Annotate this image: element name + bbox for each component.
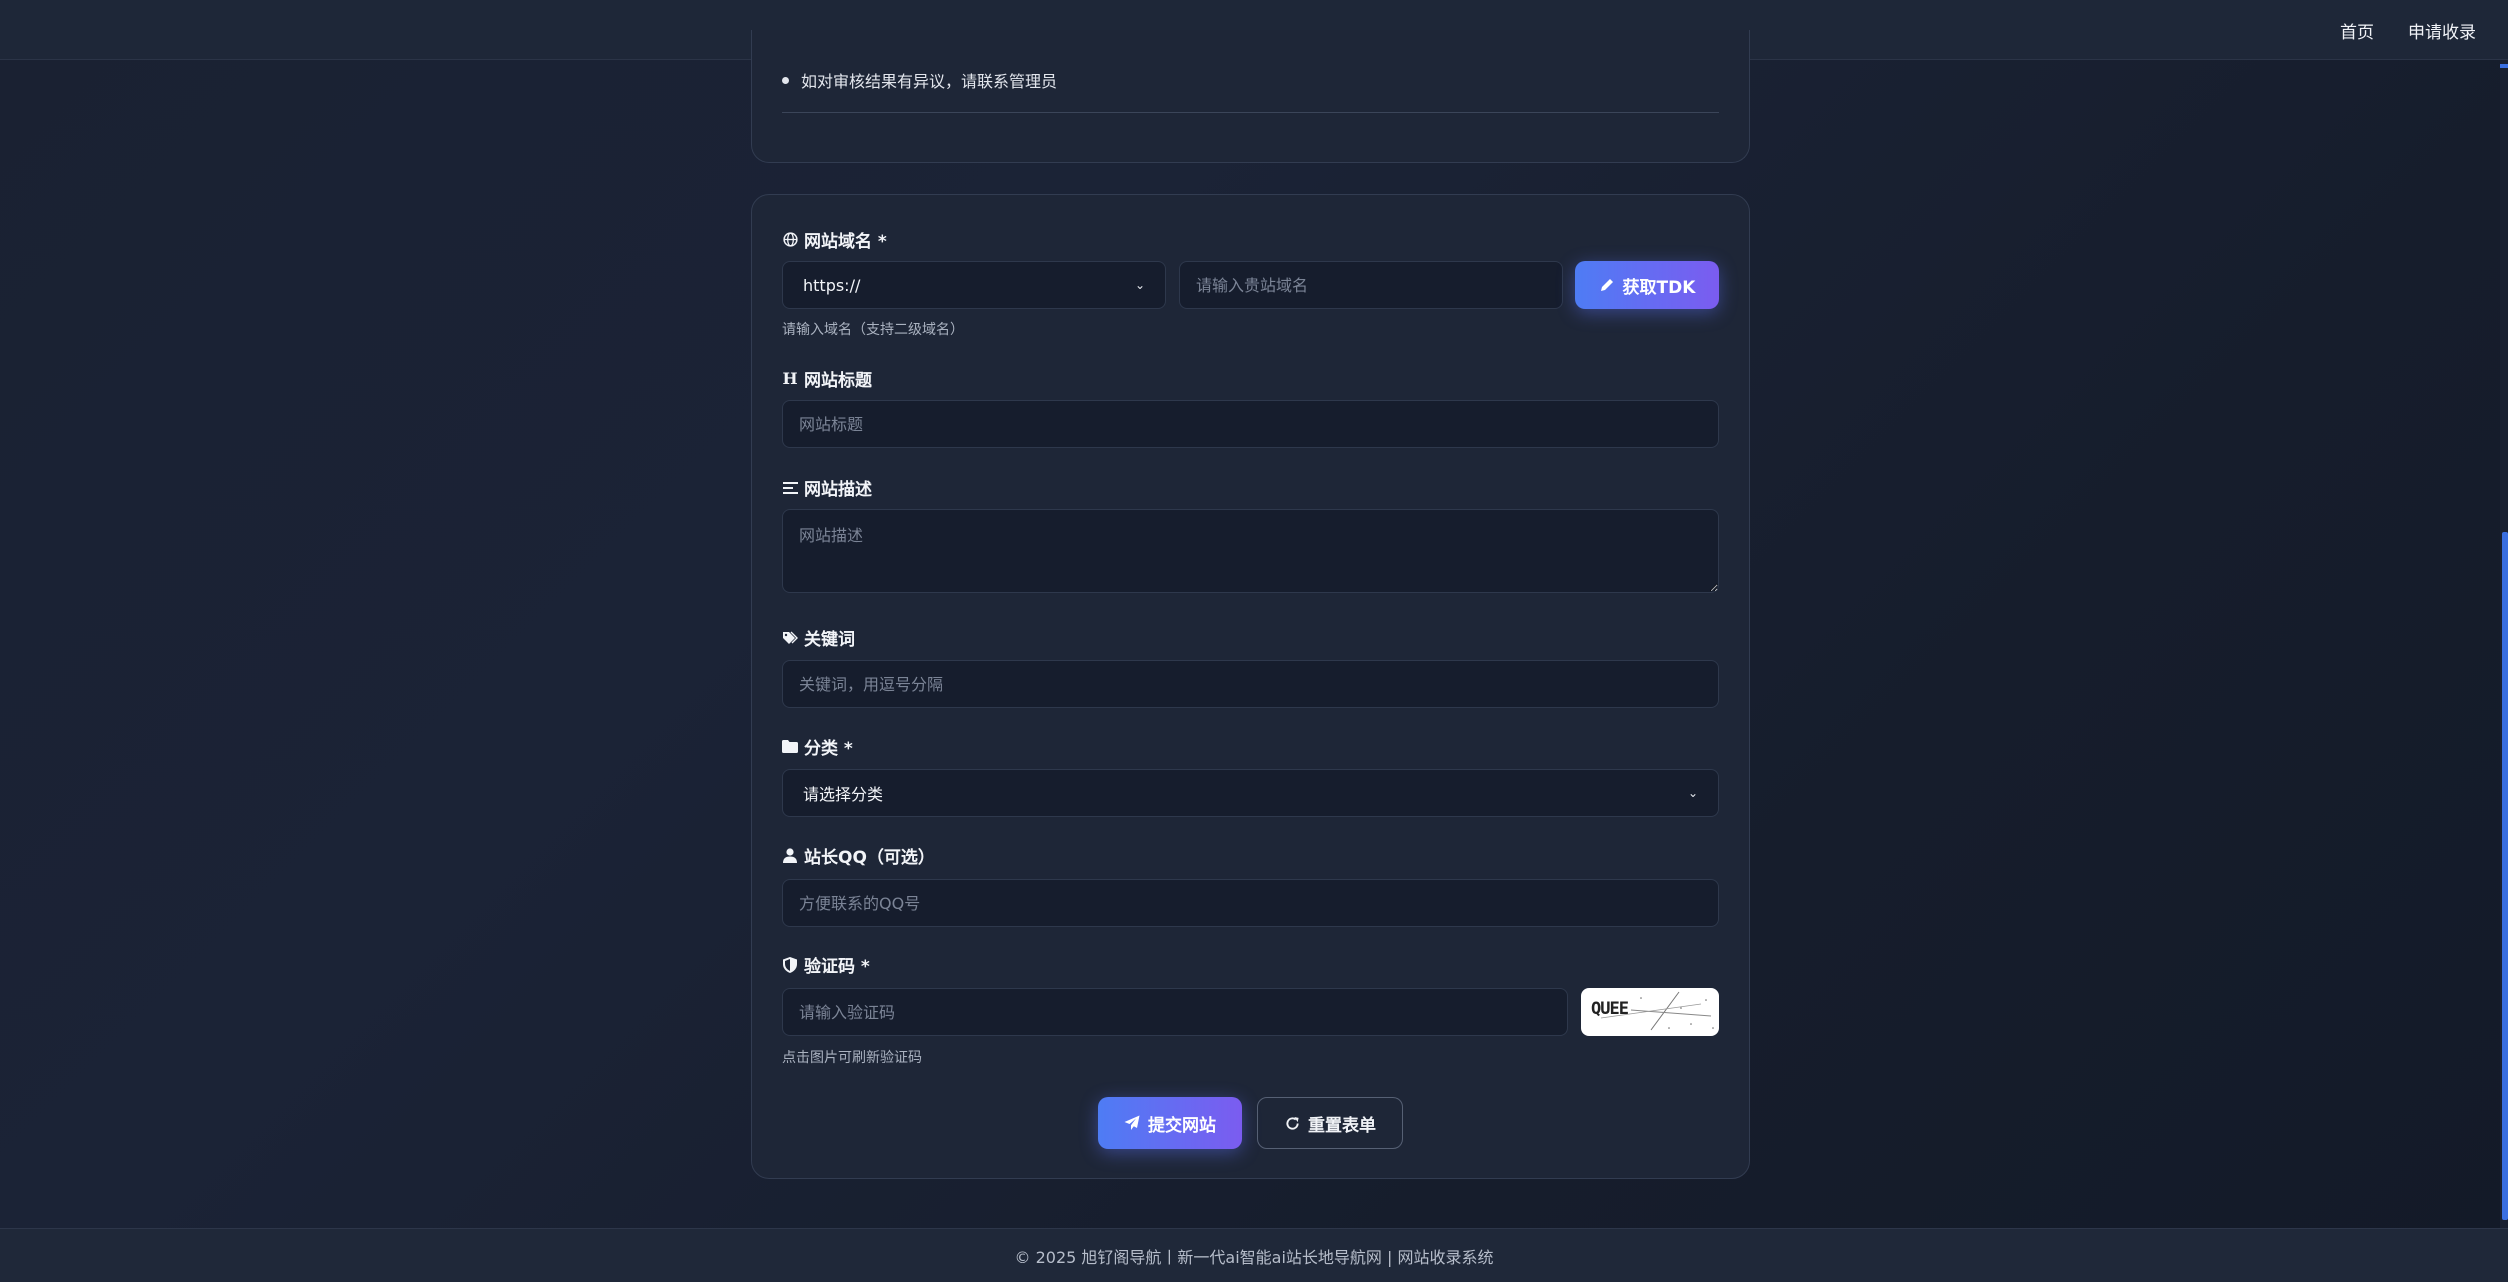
submit-form-card: 网站域名 * https:// ⌄ 获取TDK 请输入域名（支持二级域名） H … [751,194,1750,1179]
submit-site-button[interactable]: 提交网站 [1098,1097,1242,1149]
nav-link-home[interactable]: 首页 [2340,18,2374,43]
captcha-input[interactable] [782,988,1568,1036]
shield-icon [782,956,798,973]
keywords-label-text: 关键词 [804,630,855,650]
category-select[interactable]: 请选择分类 ⌄ [782,769,1719,817]
paper-plane-icon [1124,1115,1140,1131]
notes-card: 如对审核结果有异议，请联系管理员 [751,30,1750,163]
category-label-text: 分类 * [804,739,853,759]
footer: © 2025 旭钌阁导航丨新一代ai智能ai站长地导航网 | 网站收录系统 [0,1228,2508,1282]
globe-icon [782,232,798,248]
scrollbar-thumb[interactable] [2502,532,2508,1220]
nav-link-apply[interactable]: 申请收录 [2408,18,2476,43]
fetch-tdk-button-label: 获取TDK [1622,277,1696,298]
user-icon [782,848,798,864]
qq-input[interactable] [782,879,1719,927]
keywords-label: 关键词 [782,625,855,650]
title-label-text: 网站标题 [804,371,872,391]
bullet-icon [782,76,789,84]
footer-text: © 2025 旭钌阁导航丨新一代ai智能ai站长地导航网 | 网站收录系统 [1014,1247,1494,1267]
chevron-down-icon: ⌄ [1687,786,1698,800]
protocol-select[interactable]: https:// ⌄ [782,261,1166,309]
title-input[interactable] [782,400,1719,448]
category-select-value: 请选择分类 [803,785,884,804]
scrollbar-track[interactable] [2500,60,2508,1228]
description-textarea[interactable] [782,509,1719,593]
domain-input[interactable] [1179,261,1563,309]
refresh-icon [1284,1115,1300,1131]
domain-help-text: 请输入域名（支持二级域名） [782,322,964,338]
captcha-text: QUEE [1591,999,1629,1019]
captcha-image[interactable]: QUEE [1581,988,1719,1036]
tags-icon [782,630,798,646]
description-label-text: 网站描述 [804,480,872,500]
pencil-icon [1599,277,1615,293]
title-label: H 网站标题 [782,366,872,391]
keywords-input[interactable] [782,660,1719,708]
reset-form-button[interactable]: 重置表单 [1257,1097,1403,1149]
category-label: 分类 * [782,734,853,759]
captcha-label-text: 验证码 * [804,957,870,977]
folder-icon [782,739,798,755]
qq-label: 站长QQ（可选） [782,843,935,868]
domain-label-text: 网站域名 * [804,232,887,252]
notes-list: 如对审核结果有异议，请联系管理员 [782,68,1057,92]
reset-form-button-label: 重置表单 [1308,1115,1376,1136]
divider [782,112,1719,113]
scrollbar-top-accent [2500,64,2508,68]
captcha-help-text: 点击图片可刷新验证码 [782,1050,922,1066]
chevron-down-icon: ⌄ [1134,278,1145,292]
domain-label: 网站域名 * [782,227,887,252]
submit-site-button-label: 提交网站 [1148,1115,1216,1136]
fetch-tdk-button[interactable]: 获取TDK [1575,261,1719,309]
list-item: 如对审核结果有异议，请联系管理员 [782,68,1057,92]
nav-links: 首页 申请收录 [2340,0,2476,60]
heading-icon: H [782,369,798,388]
align-left-icon [782,480,798,496]
description-label: 网站描述 [782,475,872,500]
protocol-select-value: https:// [803,275,861,295]
captcha-label: 验证码 * [782,952,870,977]
note-text: 如对审核结果有异议，请联系管理员 [801,72,1058,91]
qq-label-text: 站长QQ（可选） [804,848,935,868]
